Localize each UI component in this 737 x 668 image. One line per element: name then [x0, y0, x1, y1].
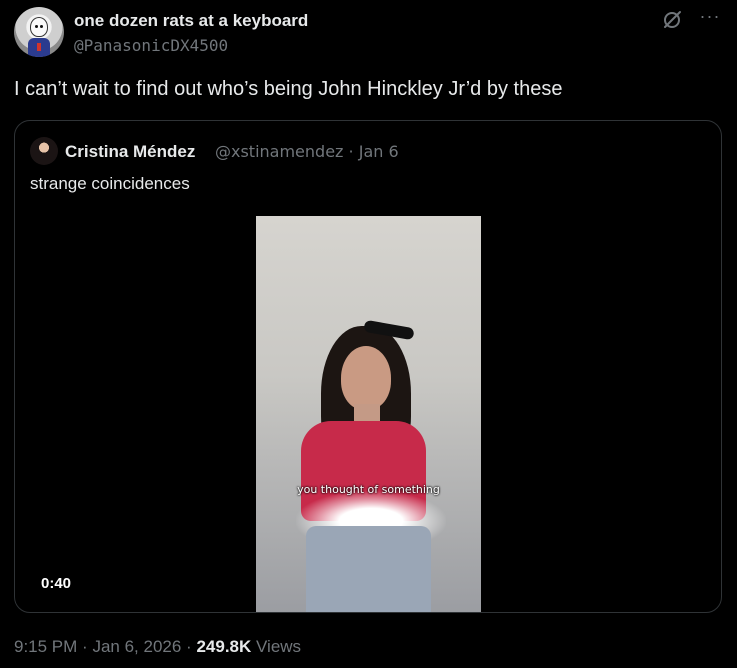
video-player[interactable]: you thought of something: [256, 216, 481, 612]
tweet-date[interactable]: Jan 6, 2026: [92, 637, 181, 656]
video-frame-face: [341, 346, 391, 410]
avatar-face: [30, 17, 48, 37]
quote-date[interactable]: Jan 6: [359, 142, 399, 161]
author-row: one dozen rats at a keyboard @PanasonicD…: [14, 7, 723, 57]
video-caption: you thought of something: [297, 483, 440, 496]
avatar-shirt: [28, 38, 50, 57]
views-label: Views: [256, 637, 302, 656]
quote-text: strange coincidences: [30, 174, 190, 193]
quoted-tweet[interactable]: Cristina Méndez @xstinamendez · Jan 6 st…: [14, 120, 722, 613]
video-duration: 0:40: [33, 572, 80, 595]
quote-author-meta: @xstinamendez · Jan 6: [215, 142, 399, 161]
author-handle[interactable]: @PanasonicDX4500: [74, 36, 228, 55]
more-icon[interactable]: ···: [699, 7, 721, 31]
video-frame-jeans: [306, 526, 431, 612]
quote-avatar[interactable]: [30, 137, 58, 165]
separator: ·: [82, 637, 88, 656]
views-count: 249.8K: [196, 637, 252, 656]
grok-icon[interactable]: [661, 9, 683, 31]
avatar[interactable]: [14, 7, 64, 57]
quote-author-handle[interactable]: @xstinamendez: [215, 142, 343, 161]
tweet-time[interactable]: 9:15 PM: [14, 637, 77, 656]
quote-author-display-name[interactable]: Cristina Méndez: [65, 142, 195, 162]
tweet-text: I can’t wait to find out who’s being Joh…: [14, 78, 563, 100]
separator: ·: [186, 637, 192, 656]
author-display-name[interactable]: one dozen rats at a keyboard: [74, 11, 308, 31]
tweet-meta: 9:15 PM · Jan 6, 2026 · 249.8K Views: [14, 637, 301, 657]
separator: ·: [348, 142, 354, 161]
